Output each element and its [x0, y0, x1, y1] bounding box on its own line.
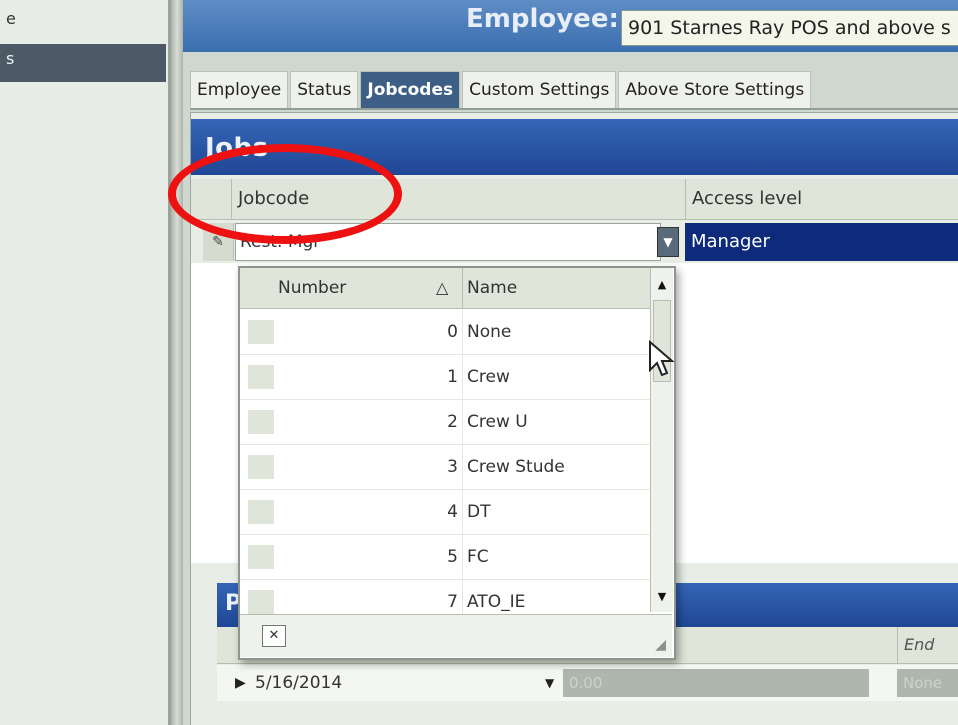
item-name: Crew: [462, 355, 510, 399]
dropdown-footer: ✕ ◢: [240, 614, 672, 657]
tab-status[interactable]: Status: [290, 71, 359, 108]
item-name: FC: [462, 535, 489, 579]
item-name: None: [462, 310, 511, 354]
scroll-down-icon[interactable]: ▼: [651, 586, 673, 608]
annotation-circle: [168, 144, 402, 244]
list-item[interactable]: 5 FC: [240, 535, 650, 580]
item-number: 4: [447, 502, 458, 522]
row-selector: [248, 590, 274, 614]
screen: e s Employee: 901 Starnes Ray POS and ab…: [0, 0, 958, 725]
row-selector: [248, 365, 274, 389]
row-selector: [248, 545, 274, 569]
row-selector: [248, 500, 274, 524]
sort-ascending-icon: △: [436, 278, 449, 297]
column-header-name[interactable]: Name: [462, 268, 517, 308]
tab-jobcodes[interactable]: Jobcodes: [360, 71, 461, 108]
splitter[interactable]: [171, 0, 183, 725]
item-number: 3: [447, 457, 458, 477]
start-date-cell[interactable]: 5/16/2014: [255, 665, 342, 701]
column-header-access-level[interactable]: Access level: [685, 179, 958, 219]
item-number: 5: [447, 547, 458, 567]
tab-above-store-settings[interactable]: Above Store Settings: [618, 71, 812, 108]
list-item[interactable]: 2 Crew U: [240, 400, 650, 445]
sidebar-item-label: e: [6, 9, 16, 28]
mouse-cursor-icon: [649, 340, 675, 377]
item-name: Crew U: [462, 400, 528, 444]
column-header-end-date[interactable]: End date: [897, 627, 958, 690]
list-item[interactable]: 3 Crew Stude: [240, 445, 650, 490]
access-level-cell[interactable]: Manager: [685, 223, 958, 261]
end-date-cell[interactable]: None: [897, 669, 958, 697]
item-number: 1: [447, 367, 458, 387]
resize-grip-icon[interactable]: ◢: [655, 637, 666, 653]
row-selector: [248, 410, 274, 434]
header: Employee: 901 Starnes Ray POS and above …: [183, 0, 958, 52]
sidebar: e s: [0, 0, 171, 725]
list-item[interactable]: 4 DT: [240, 490, 650, 535]
row-selector: [248, 320, 274, 344]
dropdown-header: Number △ Name: [240, 268, 650, 309]
sidebar-item-employee[interactable]: e: [0, 4, 166, 42]
row-selector: [248, 455, 274, 479]
amount-cell[interactable]: 0.00: [563, 669, 869, 697]
column-header-number[interactable]: Number: [278, 268, 346, 308]
item-number: 2: [447, 412, 458, 432]
sidebar-item-selected[interactable]: s: [0, 44, 166, 82]
employee-label: Employee:: [466, 4, 619, 34]
item-name: DT: [462, 490, 490, 534]
tab-custom-settings[interactable]: Custom Settings: [462, 71, 617, 108]
scroll-up-icon[interactable]: ▲: [651, 274, 673, 296]
jobcode-dropdown-popup: Number △ Name 0 None 1 Crew 2 Crew U 3 C…: [238, 266, 676, 660]
lower-grid-row[interactable]: ▶ 5/16/2014 ▼ 0.00 None: [217, 665, 958, 701]
item-number: 0: [447, 322, 458, 342]
row-pointer-icon: ▶: [235, 675, 246, 691]
chevron-down-icon[interactable]: ▼: [657, 227, 679, 257]
sidebar-item-label: s: [6, 49, 15, 68]
list-item[interactable]: 0 None: [240, 310, 650, 355]
date-dropdown-icon[interactable]: ▼: [545, 665, 554, 701]
dropdown-scrollbar[interactable]: ▲ ▼: [650, 268, 673, 612]
employee-field[interactable]: 901 Starnes Ray POS and above s: [621, 10, 958, 46]
dropdown-list: 0 None 1 Crew 2 Crew U 3 Crew Stude 4 DT…: [240, 310, 650, 625]
tab-bar: Employee Status Jobcodes Custom Settings…: [190, 66, 958, 110]
list-item[interactable]: 1 Crew: [240, 355, 650, 400]
item-name: Crew Stude: [462, 445, 565, 489]
clear-selection-button[interactable]: ✕: [262, 625, 286, 647]
tab-employee[interactable]: Employee: [190, 71, 289, 108]
